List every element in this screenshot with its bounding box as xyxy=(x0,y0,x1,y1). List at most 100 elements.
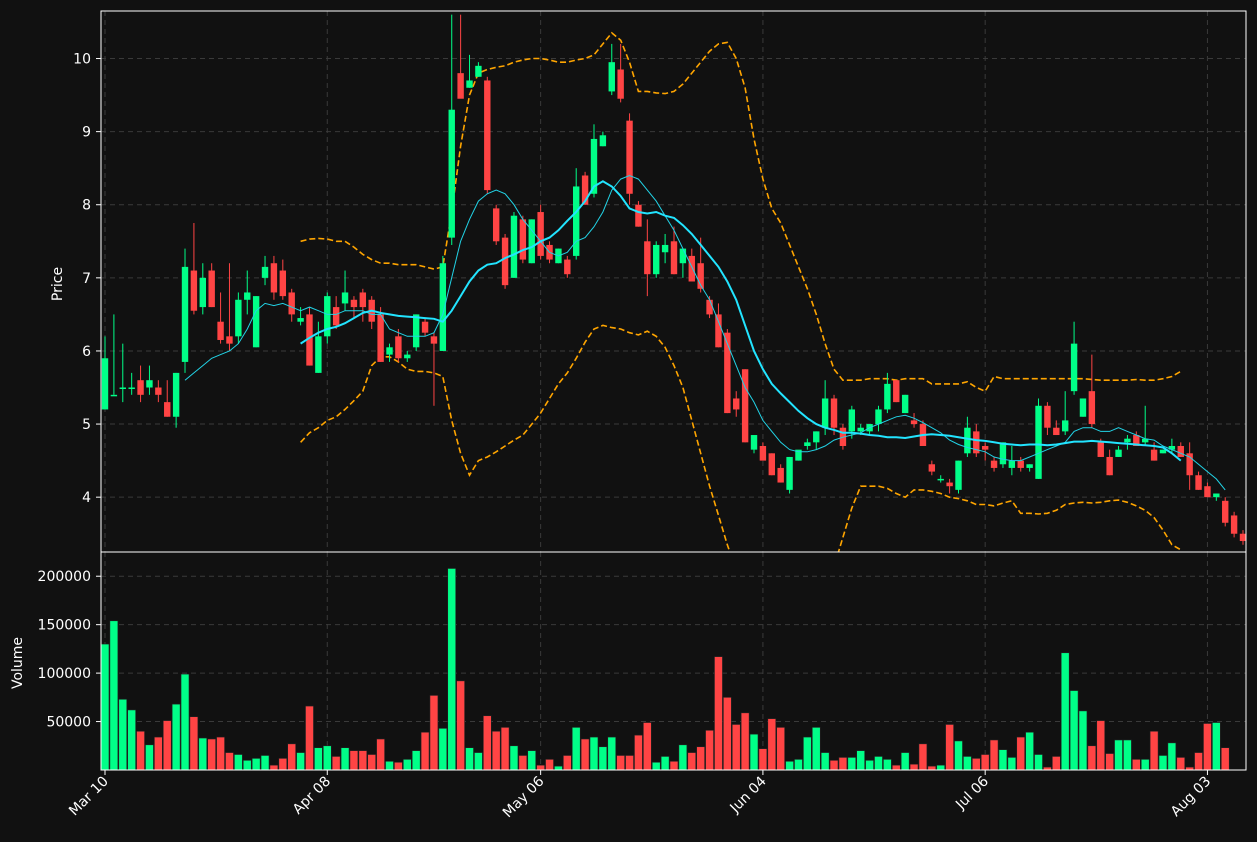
volume-bar xyxy=(776,727,785,771)
volume-bar xyxy=(162,720,172,771)
candle-body xyxy=(1097,442,1104,457)
candle-body xyxy=(164,402,171,417)
volume-bar xyxy=(1060,652,1070,771)
volume-bar xyxy=(820,752,830,771)
price-tick-label: 10 xyxy=(73,52,91,68)
volume-bar xyxy=(874,756,883,771)
volume-bar xyxy=(1132,759,1141,771)
candle-body xyxy=(937,478,944,481)
volume-bar xyxy=(900,752,910,771)
volume-bar xyxy=(260,755,270,771)
volume-bar xyxy=(838,757,848,771)
volume-tick-label: 50000 xyxy=(46,715,91,731)
volume-bar xyxy=(1123,739,1132,771)
candle-body xyxy=(297,318,304,322)
candle-body xyxy=(750,435,758,450)
volume-bar xyxy=(954,740,963,771)
volume-bar xyxy=(723,697,732,771)
price-tick-label: 6 xyxy=(82,344,91,360)
volume-bar xyxy=(216,736,225,771)
candle-body xyxy=(1106,456,1113,476)
volume-bar xyxy=(767,718,777,771)
volume-bar xyxy=(660,756,670,771)
candle-body xyxy=(1204,486,1211,498)
candle-body xyxy=(1008,460,1016,468)
x-tick-label: Mar 10 xyxy=(66,774,112,820)
candle-body xyxy=(999,442,1007,465)
candle-body xyxy=(1239,533,1246,542)
candle-body xyxy=(1026,464,1033,468)
candle-body xyxy=(661,244,669,253)
volume-bar xyxy=(545,759,554,771)
candle-body xyxy=(146,380,153,388)
volume-bar xyxy=(669,760,679,771)
candle-body xyxy=(768,453,775,476)
volume-bar xyxy=(1069,690,1079,771)
candle-body xyxy=(875,409,882,425)
candle-body xyxy=(830,398,838,428)
candle-body xyxy=(759,445,767,461)
volume-bar xyxy=(314,747,323,771)
candle-body xyxy=(981,445,989,450)
volume-bar xyxy=(1140,759,1150,771)
candle-body xyxy=(341,292,349,304)
candle-body xyxy=(733,398,740,410)
volume-bar xyxy=(394,761,403,771)
volume-bar xyxy=(687,752,697,771)
volume-bar xyxy=(909,763,919,771)
candle-body xyxy=(332,307,340,326)
volume-bar xyxy=(1105,753,1114,771)
candle-body xyxy=(386,347,393,355)
candle-body xyxy=(101,358,109,410)
volume-bar xyxy=(634,734,643,771)
candle-body xyxy=(1150,449,1158,461)
candle-body xyxy=(564,259,571,275)
candle-body xyxy=(537,212,544,256)
candle-body xyxy=(848,409,856,432)
candle-body xyxy=(350,299,358,308)
volume-bar xyxy=(536,764,545,771)
volume-bar xyxy=(1051,756,1061,771)
volume-bar xyxy=(1114,739,1123,771)
candle-body xyxy=(1159,449,1167,454)
volume-bar xyxy=(189,716,199,771)
volume-bar xyxy=(429,695,439,771)
volume-bar xyxy=(154,736,163,771)
candle-body xyxy=(955,460,962,490)
candle-body xyxy=(217,321,224,340)
chart-canvas: 4 5 6 7 8 9 10 50000 100000 150000 200000 Mar 10 Apr… xyxy=(10,10,1247,821)
volume-bar xyxy=(100,643,110,771)
volume-tick-label: 150000 xyxy=(38,618,91,634)
candle-body xyxy=(1088,391,1096,425)
volume-bar xyxy=(171,703,181,771)
candle-body xyxy=(457,73,464,99)
candle-body xyxy=(448,109,455,238)
volume-bar xyxy=(811,727,821,771)
candle-body xyxy=(199,277,206,308)
volume-bar xyxy=(127,709,136,771)
volume-bar xyxy=(651,761,661,771)
volume-bar xyxy=(589,736,599,771)
candle-body xyxy=(777,467,784,483)
price-axis-label: Price xyxy=(50,267,66,301)
volume-bar xyxy=(482,715,492,771)
volume-bar xyxy=(1203,723,1212,771)
candle-body xyxy=(510,215,518,278)
volume-bar xyxy=(331,756,341,771)
candlestick-chart: 4 5 6 7 8 9 10 50000 100000 150000 200000 Mar 10 Apr… xyxy=(0,0,1257,842)
candle-body xyxy=(501,237,509,286)
candle-body xyxy=(679,248,687,264)
candle-body xyxy=(635,204,642,227)
volume-bar xyxy=(322,745,332,771)
volume-bar xyxy=(465,747,474,771)
volume-bar xyxy=(963,756,972,771)
volume-bar xyxy=(1149,730,1159,771)
volume-bar xyxy=(829,760,839,771)
volume-bar xyxy=(456,680,465,771)
price-tick-label: 7 xyxy=(82,271,91,287)
volume-bar xyxy=(145,744,154,771)
volume-bar xyxy=(1034,754,1043,771)
candle-body xyxy=(901,394,909,414)
candle-body xyxy=(1222,500,1229,523)
volume-bar xyxy=(180,673,190,771)
